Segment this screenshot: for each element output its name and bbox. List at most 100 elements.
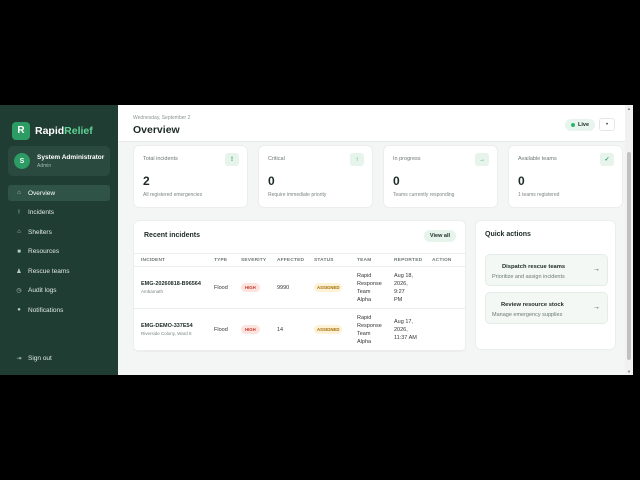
team-name-line: Response <box>357 322 382 329</box>
alert-icon: ! <box>225 153 239 166</box>
live-label: Live <box>578 122 590 128</box>
incident-id-link[interactable]: EMG-20260818-B96564 <box>141 281 214 287</box>
incidents-table: INCIDENT TYPE SEVERITY AFFECTED STATUS T… <box>134 253 465 351</box>
quick-action-review-resource-stock[interactable]: Review resource stock Manage emergency s… <box>485 292 608 324</box>
reported-line: PM <box>394 296 403 303</box>
current-date: Wednesday, September 2 <box>133 115 191 121</box>
stat-subtext: 1 teams registered <box>518 192 560 198</box>
stat-value: 0 <box>268 174 275 188</box>
sidebar-item-shelters[interactable]: ⌂ Shelters <box>8 224 110 240</box>
vertical-scrollbar[interactable]: ▲ ▼ <box>625 105 633 375</box>
affected-count: 14 <box>277 308 314 351</box>
user-card[interactable]: S System Administrator Admin <box>8 146 110 176</box>
shelter-icon: ⌂ <box>17 229 21 235</box>
team-name-line: Rapid <box>357 272 372 279</box>
stat-card-critical: Critical ↑ 0 Require immediate priority <box>258 145 373 208</box>
team-name-line: Alpha <box>357 296 372 303</box>
main-content: Wednesday, September 2 Overview Live • T… <box>118 105 633 375</box>
column-header-incident: INCIDENT <box>134 253 214 267</box>
user-role: Admin <box>37 162 52 169</box>
sidebar-item-label: Overview <box>28 189 56 197</box>
column-header-type: TYPE <box>214 253 241 267</box>
alert-icon: ! <box>18 209 20 216</box>
team-name-line: Alpha <box>357 338 372 345</box>
box-icon: ■ <box>17 248 21 255</box>
reported-cell: Aug 18, 2026, 9:27 PM <box>394 266 432 309</box>
column-header-severity: SEVERITY <box>241 253 277 267</box>
stat-label: Critical <box>268 156 285 162</box>
sidebar-item-resources[interactable]: ■ Resources <box>8 244 110 260</box>
reported-line: 11:37 AM <box>394 334 417 341</box>
incident-type: Flood <box>214 266 241 309</box>
reported-line: Aug 18, <box>394 272 413 279</box>
incident-location: Ambarnath <box>141 289 164 294</box>
column-header-action: ACTION <box>432 253 465 267</box>
incident-type: Flood <box>214 308 241 351</box>
clock-icon: ◷ <box>16 288 22 294</box>
quick-actions-title: Quick actions <box>485 231 531 238</box>
scroll-up-icon[interactable]: ▲ <box>627 106 631 111</box>
reported-line: 9:27 <box>394 288 405 295</box>
more-button[interactable]: • <box>599 118 615 131</box>
avatar: S <box>14 153 30 169</box>
scroll-down-icon[interactable]: ▼ <box>627 369 631 374</box>
sidebar-item-label: Notifications <box>28 306 64 314</box>
stats-row: Total incidents ! 2 All registered emerg… <box>133 145 623 208</box>
stat-label: Total incidents <box>143 156 178 162</box>
sidebar-item-rescue-teams[interactable]: ♟ Rescue teams <box>8 263 110 279</box>
logo-icon: R <box>12 121 30 140</box>
sidebar-item-label: Incidents <box>28 209 55 216</box>
home-icon: ⌂ <box>17 190 21 196</box>
team-name-line: Team <box>357 288 371 295</box>
column-header-team: TEAM <box>357 253 394 267</box>
arrow-right-icon: → <box>475 153 489 166</box>
sidebar-item-audit-logs[interactable]: ◷ Audit logs <box>8 283 110 299</box>
brand-name: RapidRelief <box>35 125 93 137</box>
bell-icon: ● <box>17 307 21 313</box>
action-cell[interactable] <box>432 266 465 309</box>
quick-actions-card: Quick actions Dispatch rescue teams Prio… <box>475 220 616 350</box>
severity-badge: HIGH <box>241 325 260 334</box>
arrow-up-icon: ↑ <box>350 153 364 166</box>
sidebar-item-overview[interactable]: ⌂ Overview <box>8 185 110 201</box>
signout-icon: ⇥ <box>16 355 22 362</box>
stat-value: 0 <box>393 174 400 188</box>
team-name-line: Response <box>357 280 382 287</box>
quick-action-desc: Manage emergency supplies <box>492 312 563 318</box>
sidebar-item-label: Rescue teams <box>28 267 70 275</box>
sidebar-item-notifications[interactable]: ● Notifications <box>8 302 110 318</box>
arrow-right-icon: → <box>593 266 600 273</box>
signout-button[interactable]: ⇥ Sign out <box>8 350 51 366</box>
brand-name-part2: Relief <box>64 124 93 137</box>
sidebar-item-label: Audit logs <box>28 287 57 294</box>
reported-line: Aug 17, <box>394 318 413 325</box>
team-name-line: Team <box>357 330 371 337</box>
brand-name-part1: Rapid <box>35 124 65 137</box>
view-all-button[interactable]: View all <box>423 230 456 242</box>
live-status-badge[interactable]: Live <box>565 119 596 131</box>
topbar: Wednesday, September 2 Overview Live • <box>118 105 633 142</box>
brand[interactable]: R RapidRelief <box>0 105 118 145</box>
sidebar: R RapidRelief S System Administrator Adm… <box>0 105 118 375</box>
incident-id-link[interactable]: EMG-DEMO-337E54 <box>141 323 214 329</box>
action-cell[interactable] <box>432 308 465 351</box>
team-cell: Rapid Response Team Alpha <box>357 308 394 351</box>
quick-action-name: Dispatch rescue teams <box>502 264 566 270</box>
stat-value: 2 <box>143 174 150 188</box>
reported-line: 2026, <box>394 280 408 287</box>
live-dot-icon <box>571 123 575 127</box>
stat-label: In progress <box>393 156 421 162</box>
table-row[interactable]: EMG-DEMO-337E54 Riverside Colony, Ward 8… <box>134 308 465 351</box>
app-window: R RapidRelief S System Administrator Adm… <box>0 105 640 375</box>
status-cell: ASSIGNED <box>314 266 357 309</box>
table-row[interactable]: EMG-20260818-B96564 Ambarnath Flood HIGH… <box>134 266 465 309</box>
quick-action-name: Review resource stock <box>501 302 564 308</box>
quick-action-desc: Prioritize and assign incidents <box>492 274 565 280</box>
user-name: System Administrator <box>37 153 105 161</box>
sidebar-nav: ⌂ Overview ! Incidents ⌂ Shelters ■ Resource… <box>0 185 118 318</box>
stat-value: 0 <box>518 174 525 188</box>
scrollbar-thumb[interactable] <box>627 152 631 360</box>
sidebar-item-incidents[interactable]: ! Incidents <box>8 205 110 221</box>
quick-action-dispatch-rescue-teams[interactable]: Dispatch rescue teams Prioritize and ass… <box>485 254 608 286</box>
affected-count: 9990 <box>277 266 314 309</box>
